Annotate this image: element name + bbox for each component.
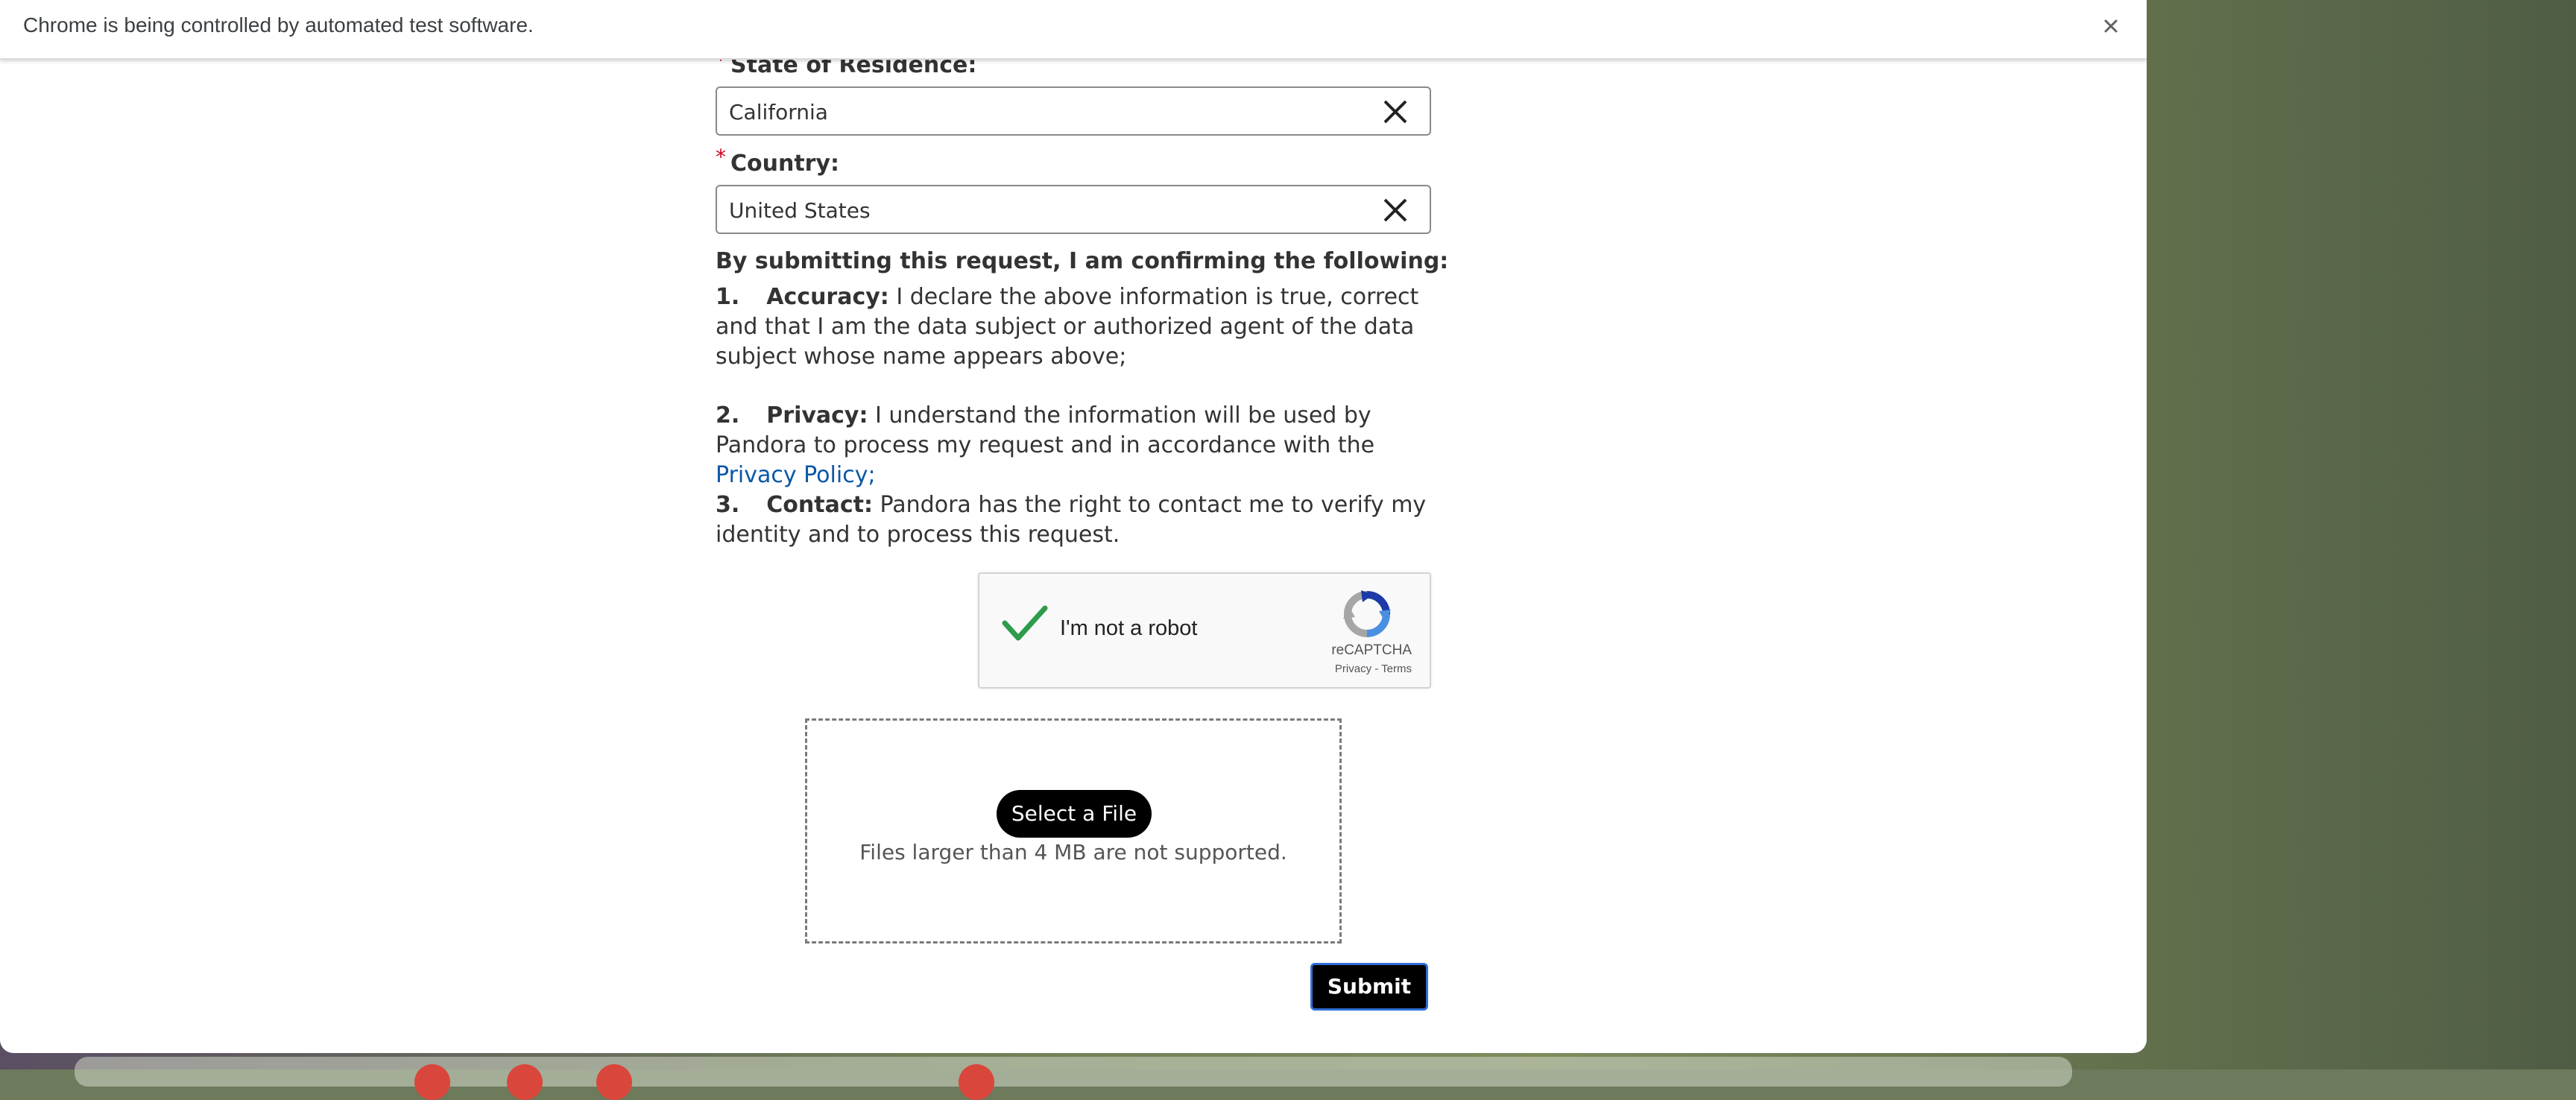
country-select[interactable]: United States [716, 185, 1431, 234]
automation-infobar: Chrome is being controlled by automated … [0, 0, 2147, 60]
dock-app-icon[interactable] [959, 1064, 994, 1100]
submit-button[interactable]: Submit [1310, 963, 1428, 1011]
dock-app-icon[interactable] [596, 1064, 632, 1100]
dock-app-icon[interactable] [507, 1064, 543, 1100]
confirmation-item-contact: 3. Contact: Pandora has the right to cont… [716, 490, 1434, 550]
item-number: 1. [716, 284, 740, 310]
recaptcha-label: I'm not a robot [1060, 616, 1198, 640]
confirmation-item-privacy: 2. Privacy: I understand the information … [716, 401, 1434, 490]
confirmation-item-accuracy: 1. Accuracy: I declare the above informat… [716, 282, 1434, 372]
clear-state-icon[interactable] [1380, 97, 1410, 127]
recaptcha-terms-link[interactable]: Terms [1381, 663, 1412, 675]
file-size-note: Files larger than 4 MB are not supported… [859, 840, 1287, 864]
dock [75, 1057, 2072, 1100]
select-file-button[interactable]: Select a File [997, 790, 1152, 838]
recaptcha-checkbox[interactable] [1002, 604, 1048, 642]
item-term: Privacy: [766, 402, 868, 429]
recaptcha-logo-icon [1343, 590, 1391, 637]
infobar-message: Chrome is being controlled by automated … [23, 13, 534, 37]
confirmation-heading: By submitting this request, I am confirm… [716, 248, 1449, 274]
recaptcha-privacy-link[interactable]: Privacy [1335, 663, 1371, 675]
state-select[interactable]: California [716, 86, 1431, 136]
browser-window: Chrome is being controlled by automated … [0, 0, 2147, 1053]
item-number: 2. [716, 402, 740, 429]
item-term: Contact: [766, 492, 873, 518]
recaptcha-links: Privacy - Terms [1335, 663, 1412, 675]
privacy-policy-link[interactable]: Privacy Policy; [716, 462, 876, 488]
checkmark-icon [1002, 605, 1048, 641]
item-term: Accuracy: [766, 284, 889, 310]
clear-country-icon[interactable] [1380, 195, 1410, 225]
required-asterisk: * [716, 145, 726, 169]
recaptcha-widget: I'm not a robot reCAPTCHA Privacy - Term… [978, 572, 1431, 689]
item-number: 3. [716, 492, 740, 518]
state-value: California [729, 100, 828, 124]
recaptcha-brand: reCAPTCHA [1331, 642, 1412, 658]
dock-app-icon[interactable] [414, 1064, 450, 1100]
recaptcha-separator: - [1374, 663, 1379, 675]
close-icon[interactable] [2096, 11, 2126, 41]
country-value: United States [729, 198, 871, 223]
country-label: Country: [730, 151, 840, 177]
file-dropzone[interactable]: Select a File Files larger than 4 MB are… [805, 718, 1342, 943]
